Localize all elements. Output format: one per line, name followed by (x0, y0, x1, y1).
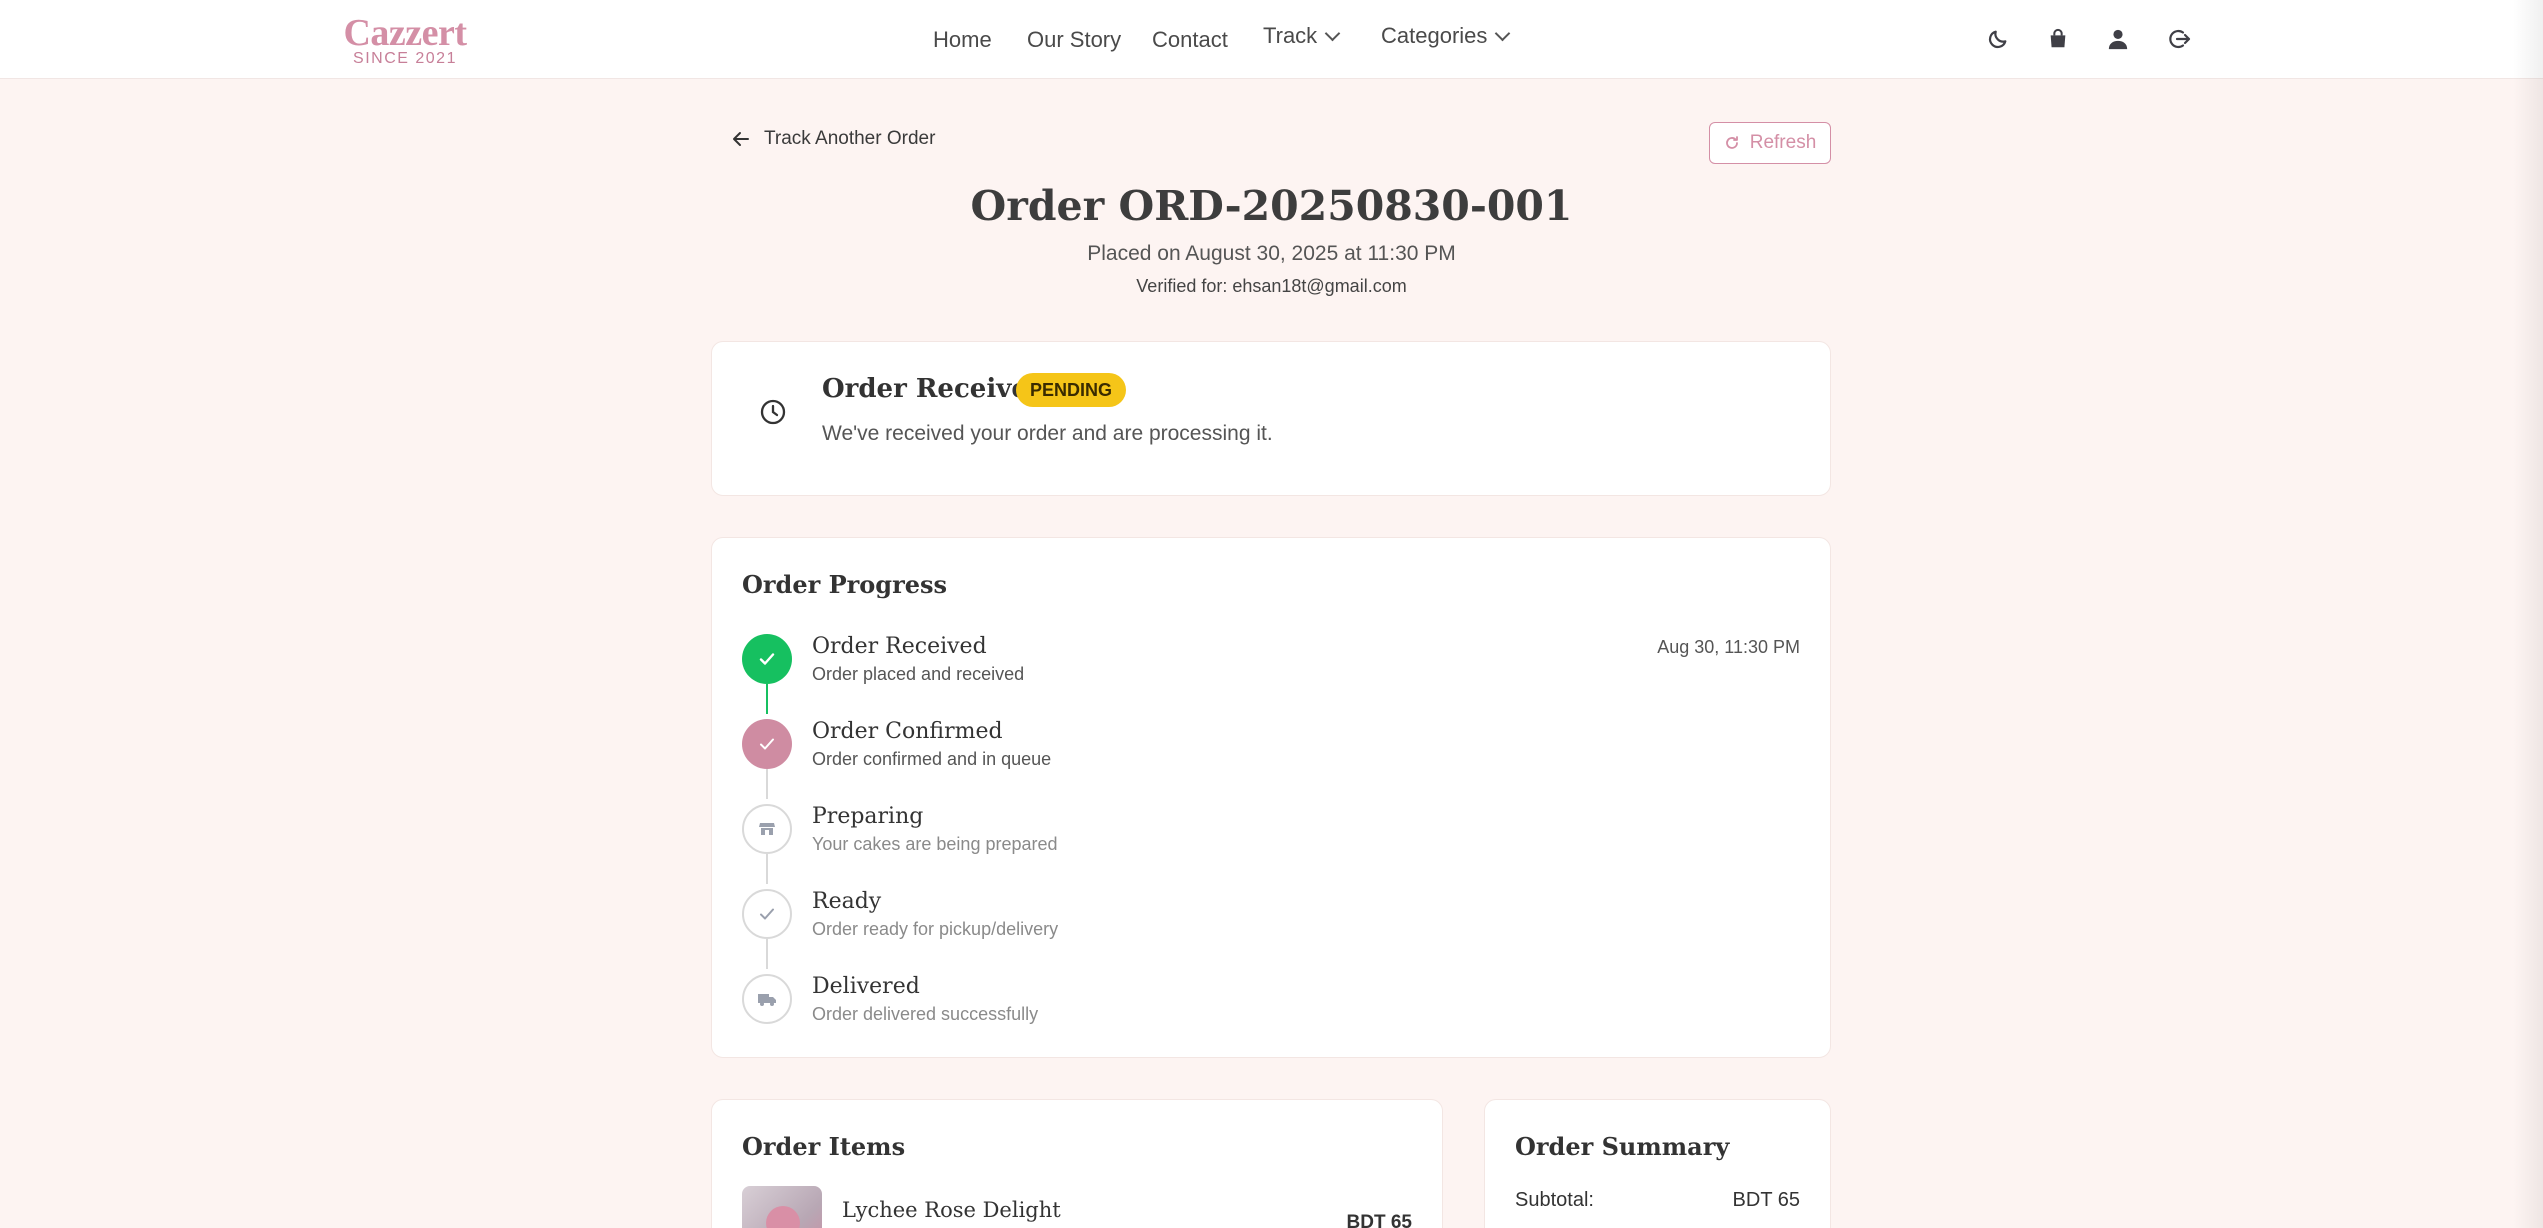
order-status-card: Order Received PENDING We've received yo… (711, 341, 1831, 496)
nav-home[interactable]: Home (933, 22, 992, 58)
status-title: Order Received (822, 374, 1047, 404)
step-done-icon (742, 634, 792, 684)
step-title: Delivered (812, 974, 920, 999)
items-title: Order Items (742, 1132, 906, 1161)
status-badge: PENDING (1016, 373, 1127, 407)
refresh-label: Refresh (1749, 132, 1817, 153)
brand-logo[interactable]: Cazzert SINCE 2021 (340, 12, 470, 67)
item-name: Lychee Rose Delight (842, 1198, 1061, 1222)
refresh-button[interactable]: Refresh (1709, 122, 1831, 164)
nav-categories-dropdown[interactable]: Categories (1381, 18, 1511, 54)
step-title: Preparing (812, 804, 924, 829)
summary-title: Order Summary (1515, 1132, 1730, 1161)
nav-our-story[interactable]: Our Story (1027, 22, 1121, 58)
step-description: Order placed and received (812, 664, 1025, 684)
step-title: Order Received (812, 634, 987, 659)
product-thumbnail (742, 1186, 822, 1228)
step-description: Order delivered successfully (812, 1004, 1039, 1024)
nav-track-dropdown[interactable]: Track (1263, 18, 1341, 54)
clock-icon (760, 399, 786, 425)
progress-title: Order Progress (742, 570, 948, 599)
progress-connector (766, 684, 768, 714)
step-current-icon (742, 719, 792, 769)
shopping-bag-icon[interactable] (2043, 24, 2073, 54)
brand-since: SINCE 2021 (353, 50, 457, 67)
step-timestamp: Aug 30, 11:30 PM (1657, 637, 1800, 657)
track-another-order-link[interactable]: Track Another Order (732, 128, 935, 150)
subtotal-value: BDT 65 (1732, 1189, 1800, 1211)
order-progress-card: Order Progress Order Received Order plac… (711, 537, 1831, 1058)
store-icon (742, 804, 792, 854)
order-verified-email: Verified for: ehsan18t@gmail.com (1136, 276, 1407, 296)
nav-story-label: Our Story (1027, 27, 1122, 52)
step-title: Order Confirmed (812, 719, 1003, 744)
chevron-down-icon (1324, 25, 1341, 41)
order-title: Order ORD-20250830-001 (970, 182, 1573, 230)
check-icon (742, 889, 792, 939)
step-description: Order ready for pickup/delivery (812, 919, 1059, 939)
moon-icon[interactable] (1983, 24, 2013, 54)
nav-categories-label: Categories (1381, 23, 1488, 48)
order-summary-card: Order Summary Subtotal: BDT 65 (1484, 1099, 1831, 1228)
back-link-label: Track Another Order (764, 128, 936, 149)
step-description: Your cakes are being prepared (812, 834, 1058, 854)
logout-icon[interactable] (2164, 24, 2194, 54)
user-icon[interactable] (2103, 24, 2133, 54)
nav-home-label: Home (933, 27, 992, 52)
order-items-card: Order Items Lychee Rose Delight BDT 65 (711, 1099, 1443, 1228)
refresh-icon (1725, 136, 1738, 149)
nav-contact-label: Contact (1152, 27, 1228, 52)
progress-connector (766, 769, 768, 799)
progress-connector (766, 939, 768, 969)
nav-track-label: Track (1263, 23, 1318, 48)
status-description: We've received your order and are proces… (822, 422, 1273, 445)
brand-name: Cazzert (343, 12, 467, 54)
truck-icon (742, 974, 792, 1024)
order-placed-date: Placed on August 30, 2025 at 11:30 PM (1087, 242, 1456, 265)
step-description: Order confirmed and in queue (812, 749, 1052, 769)
item-price: BDT 65 (1346, 1212, 1412, 1228)
progress-connector (766, 854, 768, 884)
arrow-left-icon (733, 132, 749, 146)
step-title: Ready (812, 889, 882, 914)
nav-contact[interactable]: Contact (1152, 22, 1228, 58)
scrollbar-shadow (2513, 0, 2543, 1228)
top-navbar: Cazzert SINCE 2021 Home Our Story Contac… (0, 0, 2543, 79)
chevron-down-icon (1495, 25, 1511, 41)
subtotal-label: Subtotal: (1515, 1189, 1594, 1211)
